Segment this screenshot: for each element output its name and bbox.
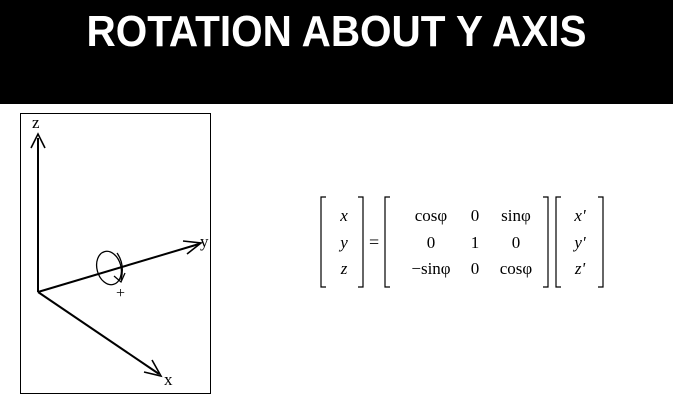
matrix-cell-r3c2: 0	[470, 259, 480, 278]
axes-drawing	[30, 132, 204, 378]
matrix-cell-r1c2: 0	[470, 206, 480, 225]
equals-sign: =	[369, 232, 380, 252]
x-axis-line	[37, 291, 160, 375]
matrix-cell-r3c1: −sinφ	[411, 259, 451, 278]
axes-diagram: z y x +	[20, 113, 211, 394]
z-axis-label: z	[32, 113, 40, 132]
matrix-cell-r2c1: 0	[426, 233, 436, 252]
y-axis-label: y	[200, 232, 209, 251]
lhs-z: z	[340, 259, 348, 278]
rhs-x-prime: x'	[574, 206, 586, 225]
title-banner: ROTATION ABOUT Y AXIS	[0, 0, 673, 104]
matrix-cell-r2c3: 0	[511, 233, 521, 252]
slide-title: ROTATION ABOUT Y AXIS	[86, 7, 587, 56]
rhs-z-prime: z'	[574, 259, 586, 278]
lhs-x: x	[340, 206, 348, 225]
matrix-cell-r1c1: cosφ	[414, 206, 448, 225]
matrix-cell-r1c3: sinφ	[501, 206, 531, 225]
rotation-equation: x y z = cosφ 0 sinφ 0 1 0 −sinφ 0 cosφ x…	[318, 196, 608, 290]
matrix-cell-r3c3: cosφ	[499, 259, 533, 278]
lhs-y: y	[340, 233, 348, 252]
x-axis-label: x	[164, 370, 173, 389]
rotation-sign-label: +	[116, 285, 126, 302]
matrix-cell-r2c2: 1	[470, 233, 480, 252]
rhs-y-prime: y'	[574, 233, 586, 252]
